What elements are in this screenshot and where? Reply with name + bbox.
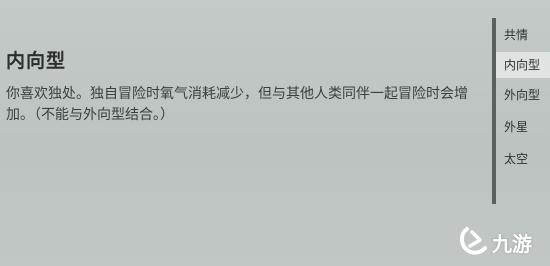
game-screen: 内向型 你喜欢独处。独自冒险时氧气消耗减少，但与其他人类同伴一起冒险时会增加。（… (0, 0, 550, 266)
trait-title: 内向型 (6, 50, 67, 72)
watermark-text: 九游 (492, 232, 532, 256)
trait-list-item-introvert[interactable]: 内向型 (496, 52, 550, 78)
trait-list: 共情 内向型 外向型 外星 太空 (492, 18, 550, 204)
jiuyou-logo-icon (460, 227, 487, 255)
trait-list-item-extrovert[interactable]: 外向型 (496, 82, 550, 108)
trait-list-item-empathy[interactable]: 共情 (496, 22, 550, 48)
watermark: 九游 (458, 222, 546, 258)
trait-list-item-alien[interactable]: 外星 (496, 114, 550, 140)
trait-description: 你喜欢独处。独自冒险时氧气消耗减少，但与其他人类同伴一起冒险时会增加。（不能与外… (6, 86, 468, 123)
trait-detail-panel: 内向型 你喜欢独处。独自冒险时氧气消耗减少，但与其他人类同伴一起冒险时会增加。（… (0, 0, 480, 266)
trait-list-item-space[interactable]: 太空 (496, 146, 550, 172)
